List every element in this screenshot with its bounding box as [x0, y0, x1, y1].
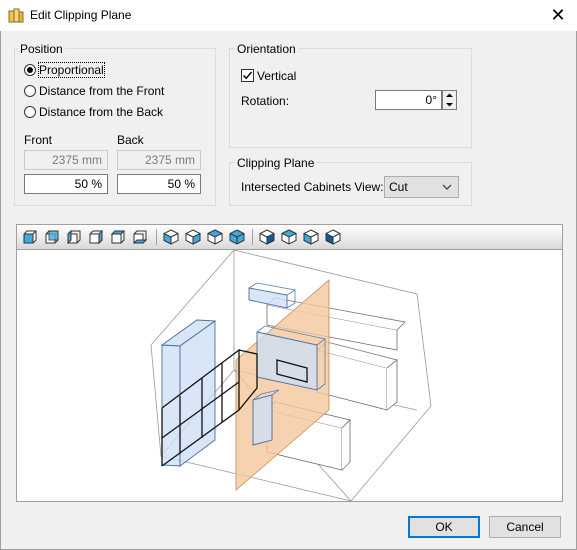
view-left-icon[interactable]	[66, 229, 82, 245]
radio-distance-back-label[interactable]: Distance from the Back	[39, 105, 163, 119]
radio-proportional-label[interactable]: Proportional	[38, 62, 105, 78]
clipping-plane-group-label: Clipping Plane	[235, 156, 317, 170]
rotation-spinner[interactable]	[442, 90, 457, 110]
iso-view-3-icon[interactable]	[207, 229, 223, 245]
intersected-cabinets-label: Intersected Cabinets View:	[241, 180, 384, 194]
radio-distance-front[interactable]	[24, 85, 36, 97]
view-front-icon[interactable]	[22, 229, 38, 245]
front-mm-field: 2375 mm	[24, 150, 108, 170]
window-title: Edit Clipping Plane	[30, 8, 132, 22]
3d-viewer[interactable]	[16, 224, 563, 502]
back-mm-field: 2375 mm	[117, 150, 201, 170]
iso-view-2-icon[interactable]	[185, 229, 201, 245]
orientation-group-label: Orientation	[235, 42, 298, 56]
3d-room-scene	[150, 250, 432, 501]
cut-cabinet-2	[252, 394, 273, 446]
view-bottom-icon[interactable]	[132, 229, 148, 245]
cancel-button[interactable]: Cancel	[489, 516, 561, 538]
vertical-label[interactable]: Vertical	[257, 69, 296, 83]
intersected-cabinets-value: Cut	[389, 180, 408, 194]
intersected-cabinets-select[interactable]: Cut	[384, 176, 459, 198]
clipping-plane-app-icon	[8, 8, 24, 23]
radio-proportional[interactable]	[24, 64, 36, 76]
viewer-toolbar	[17, 225, 562, 250]
view-right-icon[interactable]	[88, 229, 104, 245]
title-bar: Edit Clipping Plane ✕	[0, 0, 577, 31]
position-group-label: Position	[18, 42, 65, 56]
toolbar-separator	[252, 229, 253, 245]
spin-down-icon[interactable]	[443, 100, 456, 109]
iso-view-1-icon[interactable]	[163, 229, 179, 245]
back-label: Back	[117, 133, 144, 147]
radio-distance-back[interactable]	[24, 106, 36, 118]
front-percent-field[interactable]: 50 %	[24, 174, 108, 194]
iso-view-7-icon[interactable]	[303, 229, 319, 245]
view-back-icon[interactable]	[44, 229, 60, 245]
checkmark-icon	[243, 71, 253, 80]
ok-button[interactable]: OK	[408, 516, 480, 538]
vertical-checkbox[interactable]	[241, 69, 254, 82]
iso-view-8-icon[interactable]	[325, 229, 341, 245]
toolbar-separator	[156, 229, 157, 245]
radio-distance-front-label[interactable]: Distance from the Front	[39, 84, 164, 98]
rotation-label: Rotation:	[241, 94, 290, 108]
close-icon: ✕	[550, 5, 566, 25]
back-percent-field[interactable]: 50 %	[117, 174, 201, 194]
iso-view-6-icon[interactable]	[281, 229, 297, 245]
front-label: Front	[24, 133, 53, 147]
view-top-icon[interactable]	[110, 229, 126, 245]
spin-up-icon[interactable]	[443, 91, 456, 100]
iso-view-4-icon[interactable]	[229, 229, 245, 245]
iso-view-5-icon[interactable]	[259, 229, 275, 245]
chevron-down-icon	[442, 184, 452, 190]
rotation-field[interactable]: 0°	[375, 90, 442, 110]
close-button[interactable]: ✕	[545, 3, 571, 27]
